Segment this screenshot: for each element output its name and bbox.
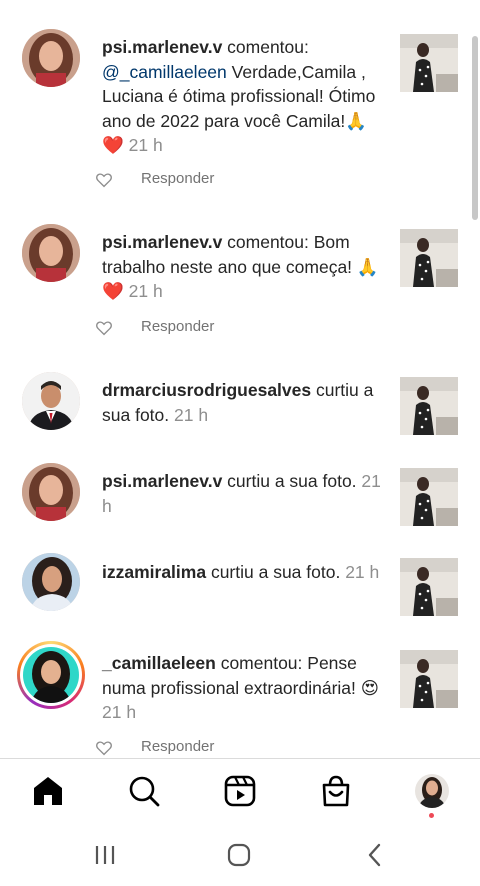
home-circle-icon[interactable] [226, 842, 252, 868]
avatar-with-story-ring[interactable] [17, 641, 85, 709]
post-thumbnail[interactable] [400, 558, 458, 616]
username[interactable]: izzamiralima [102, 562, 206, 582]
reply-button[interactable]: Responder [141, 318, 214, 335]
username[interactable]: psi.marlenev.v [102, 232, 222, 252]
scrollbar[interactable] [472, 36, 478, 220]
search-icon[interactable] [126, 773, 162, 809]
back-chevron-icon[interactable] [362, 842, 388, 868]
username[interactable]: drmarciusrodriguesalves [102, 380, 311, 400]
username[interactable]: psi.marlenev.v [102, 471, 222, 491]
notification-text: psi.marlenev.v comentou: @_camillaeleen … [102, 35, 384, 158]
notification-dot [429, 813, 434, 818]
recents-icon[interactable] [92, 842, 118, 868]
post-thumbnail[interactable] [400, 650, 458, 708]
shop-icon[interactable] [318, 773, 354, 809]
post-thumbnail[interactable] [400, 229, 458, 287]
bottom-tab-bar [0, 758, 480, 825]
avatar[interactable] [22, 224, 80, 282]
notification-text: _camillaeleen comentou: Pense numa profi… [102, 651, 384, 725]
notification-text: psi.marlenev.v curtiu a sua foto. 21 h [102, 469, 384, 518]
story-ring-gap [20, 644, 82, 706]
post-thumbnail[interactable] [400, 468, 458, 526]
timestamp: 21 h [102, 702, 137, 722]
notification-verb: comentou: [222, 37, 309, 57]
notification-verb: curtiu a sua foto. [206, 562, 341, 582]
username[interactable]: _camillaeleen [102, 653, 216, 673]
heart-outline-icon[interactable] [95, 739, 113, 757]
system-navigation-bar [0, 824, 480, 886]
reply-button[interactable]: Responder [141, 738, 214, 755]
avatar[interactable] [22, 372, 80, 430]
heart-outline-icon[interactable] [95, 319, 113, 337]
notification-verb: curtiu a sua foto. [222, 471, 357, 491]
timestamp: 21 h [169, 404, 209, 425]
notification-verb: comentou: [222, 232, 314, 252]
username[interactable]: psi.marlenev.v [102, 37, 222, 57]
notification-text: izzamiralima curtiu a sua foto. 21 h [102, 560, 384, 585]
notification-text: drmarciusrodriguesalves curtiu a sua fot… [102, 378, 384, 427]
notification-text: psi.marlenev.v comentou: Bom trabalho ne… [102, 230, 384, 304]
heart-outline-icon[interactable] [95, 171, 113, 189]
timestamp: 21 h [340, 562, 380, 582]
activity-feed: psi.marlenev.v comentou: @_camillaeleen … [0, 0, 480, 758]
timestamp: 21 h [123, 135, 163, 155]
home-icon[interactable] [30, 773, 66, 809]
avatar[interactable] [22, 29, 80, 87]
avatar [23, 647, 79, 703]
avatar[interactable] [22, 553, 80, 611]
avatar[interactable] [22, 463, 80, 521]
profile-avatar[interactable] [414, 773, 450, 809]
timestamp: 21 h [123, 281, 163, 301]
mention-link[interactable]: @_camillaeleen [102, 62, 227, 82]
notification-verb: comentou: [215, 653, 308, 673]
reply-button[interactable]: Responder [141, 170, 214, 187]
reels-icon[interactable] [222, 773, 258, 809]
post-thumbnail[interactable] [400, 34, 458, 92]
post-thumbnail[interactable] [400, 377, 458, 435]
